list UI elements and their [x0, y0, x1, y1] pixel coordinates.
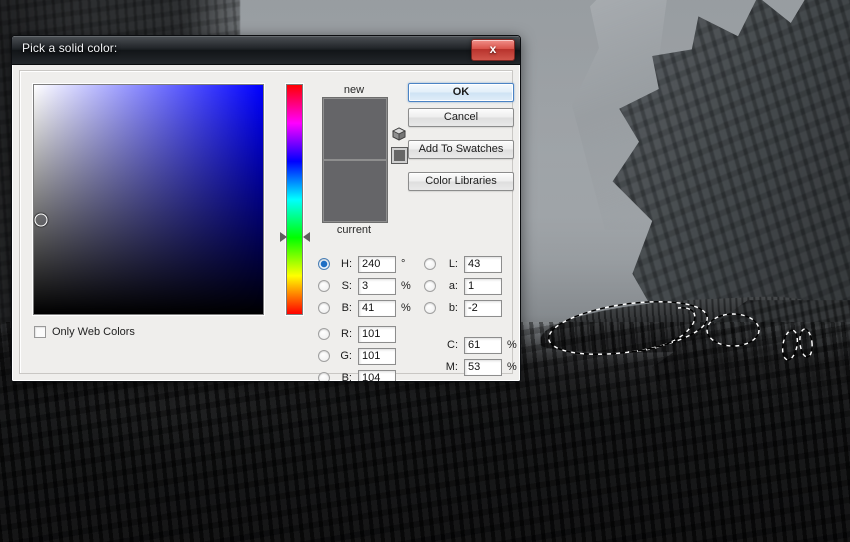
lab-label-a: a: [448, 280, 458, 292]
rgb-label-b: B: [341, 372, 352, 382]
color-picker-dialog: Pick a solid color: x new current OK Can… [11, 35, 521, 382]
only-web-colors-checkbox[interactable] [34, 326, 46, 338]
rgb-row-b: B: 104 [318, 369, 415, 382]
rgb-group: R: 101 G: 101 B: 104 [318, 325, 415, 382]
hsb-label-b: B: [341, 302, 352, 314]
cmyk-label-c: C: [447, 339, 458, 351]
dialog-body-inner: new current OK Cancel Add To Swatches Co… [19, 70, 517, 381]
cmyk-row-c: C: 61% [424, 336, 520, 354]
hsb-row-b: B: 41% [318, 299, 415, 317]
hsb-input-b[interactable]: 41 [358, 299, 396, 317]
photoshop-canvas: Pick a solid color: x new current OK Can… [0, 0, 850, 542]
new-color-label: new [343, 84, 365, 96]
rgb-input-b[interactable]: 104 [358, 369, 396, 381]
color-field-cursor[interactable] [34, 213, 48, 227]
cmyk-input-c[interactable]: 61 [464, 336, 502, 354]
cancel-button[interactable]: Cancel [408, 108, 514, 127]
hue-slider-wrap [280, 84, 310, 315]
hsb-row-h: H: 240 ° [318, 255, 415, 273]
hue-slider-marker-right[interactable] [303, 231, 310, 242]
hsb-unit-s: % [401, 280, 411, 292]
lab-radio-a[interactable] [424, 280, 436, 292]
lab-input-b[interactable]: -2 [464, 299, 502, 317]
close-button[interactable]: x [471, 39, 515, 61]
current-color-label: current [336, 224, 372, 236]
rgb-row-r: R: 101 [318, 325, 415, 343]
hsb-input-h[interactable]: 240 [358, 255, 396, 273]
only-web-colors-option[interactable]: Only Web Colors [34, 326, 135, 338]
cmyk-group: C:61%M:53%Y:49%K:20% [424, 336, 520, 381]
dialog-buttons: OK Cancel Add To Swatches Color Librarie… [408, 83, 514, 197]
web-safe-color-chip[interactable] [390, 147, 408, 164]
dialog-titlebar[interactable]: Pick a solid color: x [12, 36, 520, 65]
hsb-radio-b[interactable] [318, 302, 330, 314]
hsb-label-s: S: [341, 280, 352, 292]
cmyk-input-m[interactable]: 53 [464, 358, 502, 376]
gamut-alert-column [390, 127, 408, 164]
hsb-unit-h: ° [401, 258, 406, 270]
color-preview-block: new current [322, 83, 388, 237]
lab-row-l: L: 43 [424, 255, 520, 273]
hsb-radio-h[interactable] [318, 258, 330, 270]
lab-radio-b[interactable] [424, 302, 436, 314]
cmyk-unit-c: % [507, 339, 517, 351]
add-to-swatches-button[interactable]: Add To Swatches [408, 140, 514, 159]
hue-slider-marker-left[interactable] [280, 231, 287, 242]
rgb-input-r[interactable]: 101 [358, 325, 396, 343]
new-color-swatch [322, 97, 388, 160]
hue-slider[interactable] [286, 84, 303, 315]
hsb-radio-s[interactable] [318, 280, 330, 292]
rgb-radio-r[interactable] [318, 328, 330, 340]
color-libraries-button[interactable]: Color Libraries [408, 172, 514, 191]
lab-label-l: L: [448, 258, 458, 270]
lab-input-l[interactable]: 43 [464, 255, 502, 273]
cmyk-label-m: M: [445, 361, 458, 373]
current-color-swatch[interactable] [322, 160, 388, 223]
only-web-colors-label: Only Web Colors [52, 326, 135, 338]
lab-radio-l[interactable] [424, 258, 436, 270]
dialog-body: new current OK Cancel Add To Swatches Co… [12, 65, 520, 381]
cmyk-row-y: Y:49% [424, 380, 520, 381]
hsb-row-s: S: 3% [318, 277, 415, 295]
lab-label-b: b: [448, 302, 458, 314]
rgb-label-g: G: [340, 350, 352, 362]
hsb-group: H: 240 ° S: 3% B: 41% [318, 255, 415, 321]
ok-button[interactable]: OK [408, 83, 514, 102]
lab-input-a[interactable]: 1 [464, 277, 502, 295]
lab-group: L: 43 a: 1 b: -2 [424, 255, 520, 321]
cmyk-unit-m: % [507, 361, 517, 373]
saturation-brightness-field[interactable] [33, 84, 264, 315]
rgb-radio-b[interactable] [318, 372, 330, 381]
rgb-row-g: G: 101 [318, 347, 415, 365]
cmyk-input-y[interactable]: 49 [464, 380, 502, 381]
close-icon: x [489, 42, 497, 56]
hsb-unit-b: % [401, 302, 411, 314]
lab-row-a: a: 1 [424, 277, 520, 295]
cmyk-row-m: M: 53% [424, 358, 520, 376]
hsb-label-h: H: [341, 258, 352, 270]
rgb-radio-g[interactable] [318, 350, 330, 362]
rgb-input-g[interactable]: 101 [358, 347, 396, 365]
rgb-label-r: R: [341, 328, 352, 340]
dialog-title: Pick a solid color: [22, 41, 118, 55]
hsb-input-s[interactable]: 3 [358, 277, 396, 295]
lab-row-b: b: -2 [424, 299, 520, 317]
cube-icon[interactable] [392, 127, 406, 141]
